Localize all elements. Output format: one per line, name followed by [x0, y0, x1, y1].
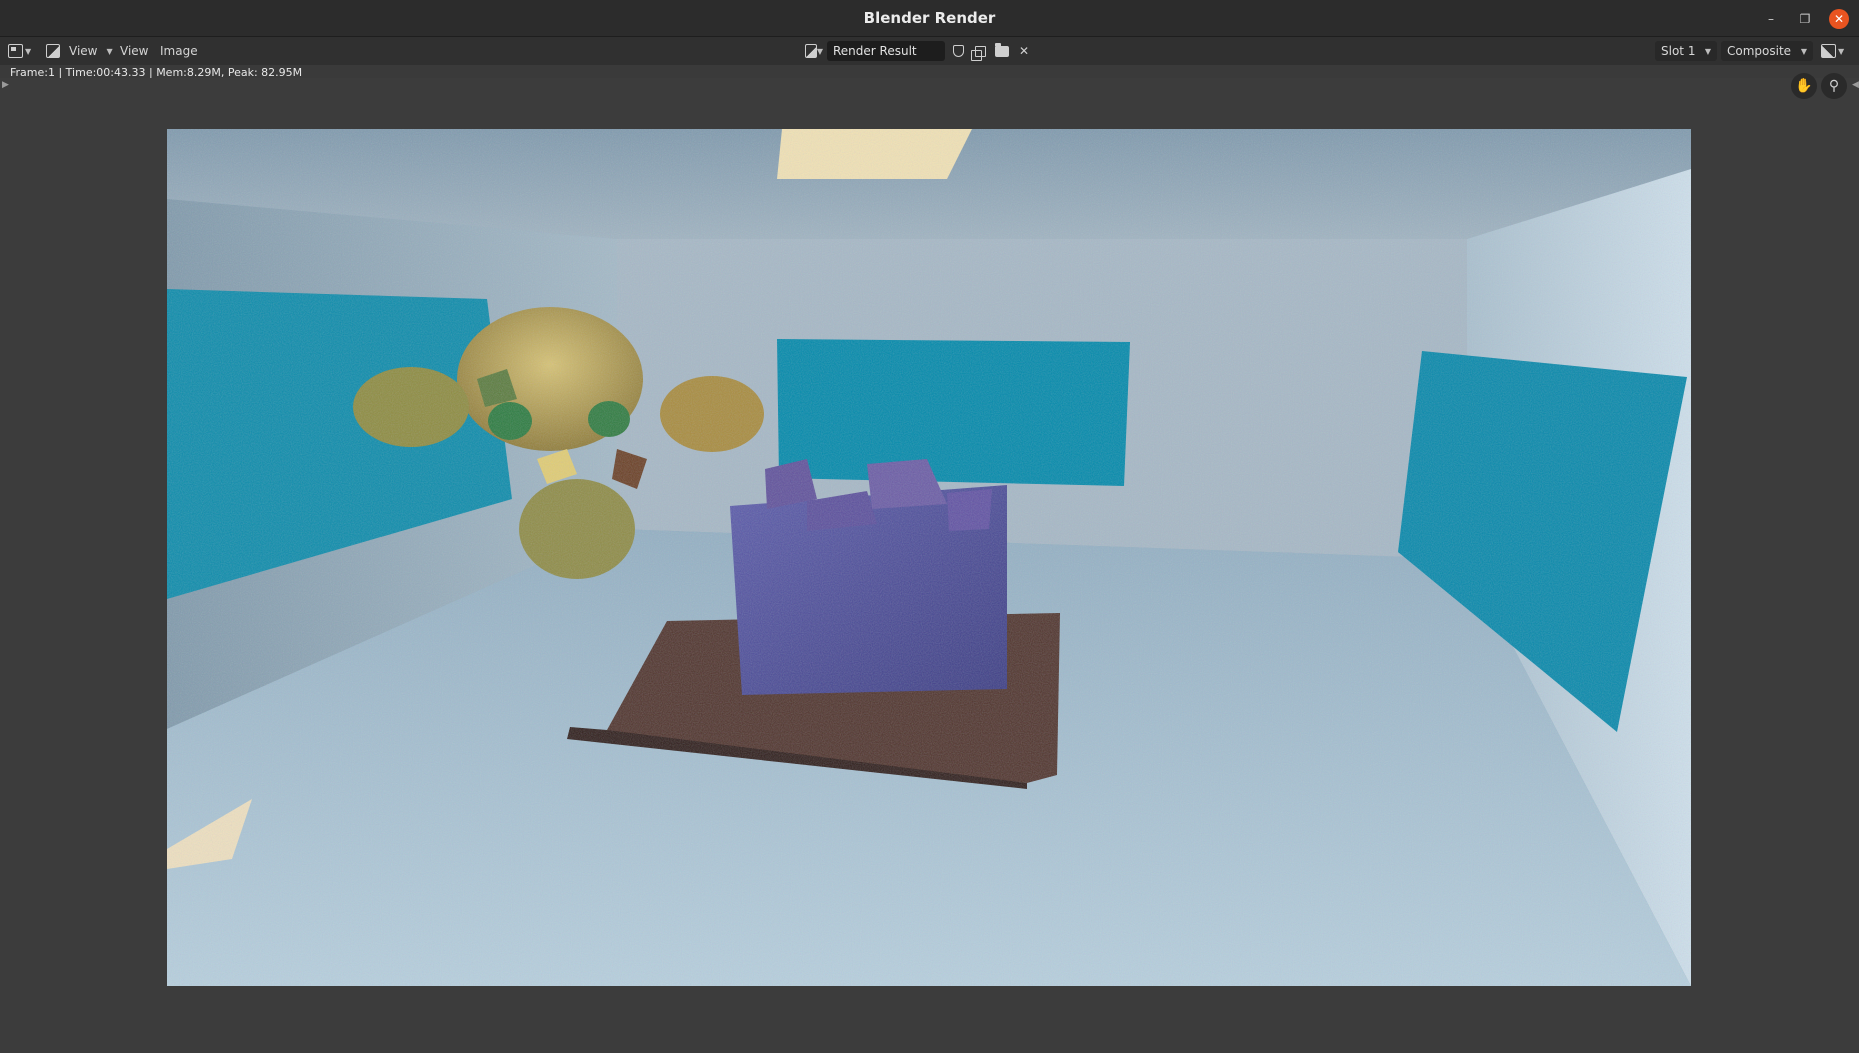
window-title: Blender Render — [863, 9, 996, 27]
chevron-down-icon: ▼ — [1838, 46, 1845, 56]
editor-type-selector[interactable]: ▼ — [8, 41, 38, 61]
menu-view[interactable]: View — [116, 41, 152, 61]
unlink-image-button[interactable]: ✕ — [1015, 41, 1033, 61]
image-editor-icon — [8, 44, 23, 58]
shield-icon — [952, 45, 964, 57]
menu-image[interactable]: Image — [156, 41, 202, 61]
close-icon[interactable]: ✕ — [1829, 9, 1849, 29]
render-scene — [167, 129, 1691, 986]
image-editor-header: ▼ View ▼ View Image ▼ Render Result ✕ Sl… — [0, 37, 1859, 65]
chevron-down-icon: ▼ — [106, 46, 113, 56]
zoom-magnifier-icon[interactable]: ⚲ — [1821, 73, 1847, 99]
open-image-button[interactable] — [993, 41, 1011, 61]
chevron-down-icon: ▼ — [25, 46, 32, 56]
window-controls: – ❐ ✕ — [1761, 8, 1849, 30]
restore-icon[interactable]: ❐ — [1795, 9, 1815, 29]
display-channels-dropdown[interactable]: ▼ — [1821, 41, 1844, 61]
chevron-down-icon: ▼ — [1704, 46, 1711, 56]
duplicate-icon — [970, 45, 986, 61]
image-icon — [46, 44, 60, 58]
folder-icon — [995, 42, 1009, 57]
chevron-down-icon: ▼ — [1800, 46, 1807, 56]
slot-label: Slot 1 — [1661, 44, 1696, 58]
render-pass-dropdown[interactable]: Composite ▼ — [1721, 41, 1813, 61]
browse-image-button[interactable]: ▼ — [805, 41, 823, 61]
minimize-icon[interactable]: – — [1761, 9, 1781, 29]
slot-dropdown[interactable]: Slot 1 ▼ — [1655, 41, 1717, 61]
close-x-icon: ✕ — [1018, 44, 1030, 58]
fake-user-button[interactable] — [949, 41, 967, 61]
render-noise — [167, 129, 1691, 986]
duplicate-image-button[interactable] — [970, 41, 989, 61]
view-mode-dropdown[interactable]: View ▼ — [46, 41, 113, 61]
render-result-image — [167, 129, 1691, 986]
image-selector: ▼ Render Result ✕ — [805, 41, 1033, 61]
chevron-down-icon: ▼ — [816, 46, 823, 56]
display-channels-icon — [1821, 44, 1836, 58]
left-panel-toggle-icon[interactable]: ▶ — [2, 80, 9, 90]
window-titlebar: Blender Render – ❐ ✕ — [0, 0, 1859, 37]
image-name-field[interactable]: Render Result — [827, 41, 945, 61]
view-mode-label: View — [69, 44, 98, 58]
pan-hand-icon[interactable]: ✋ — [1791, 73, 1817, 99]
pass-label: Composite — [1727, 44, 1792, 58]
image-browse-icon — [805, 44, 817, 58]
right-panel-toggle-icon[interactable]: ◀ — [1852, 80, 1859, 90]
